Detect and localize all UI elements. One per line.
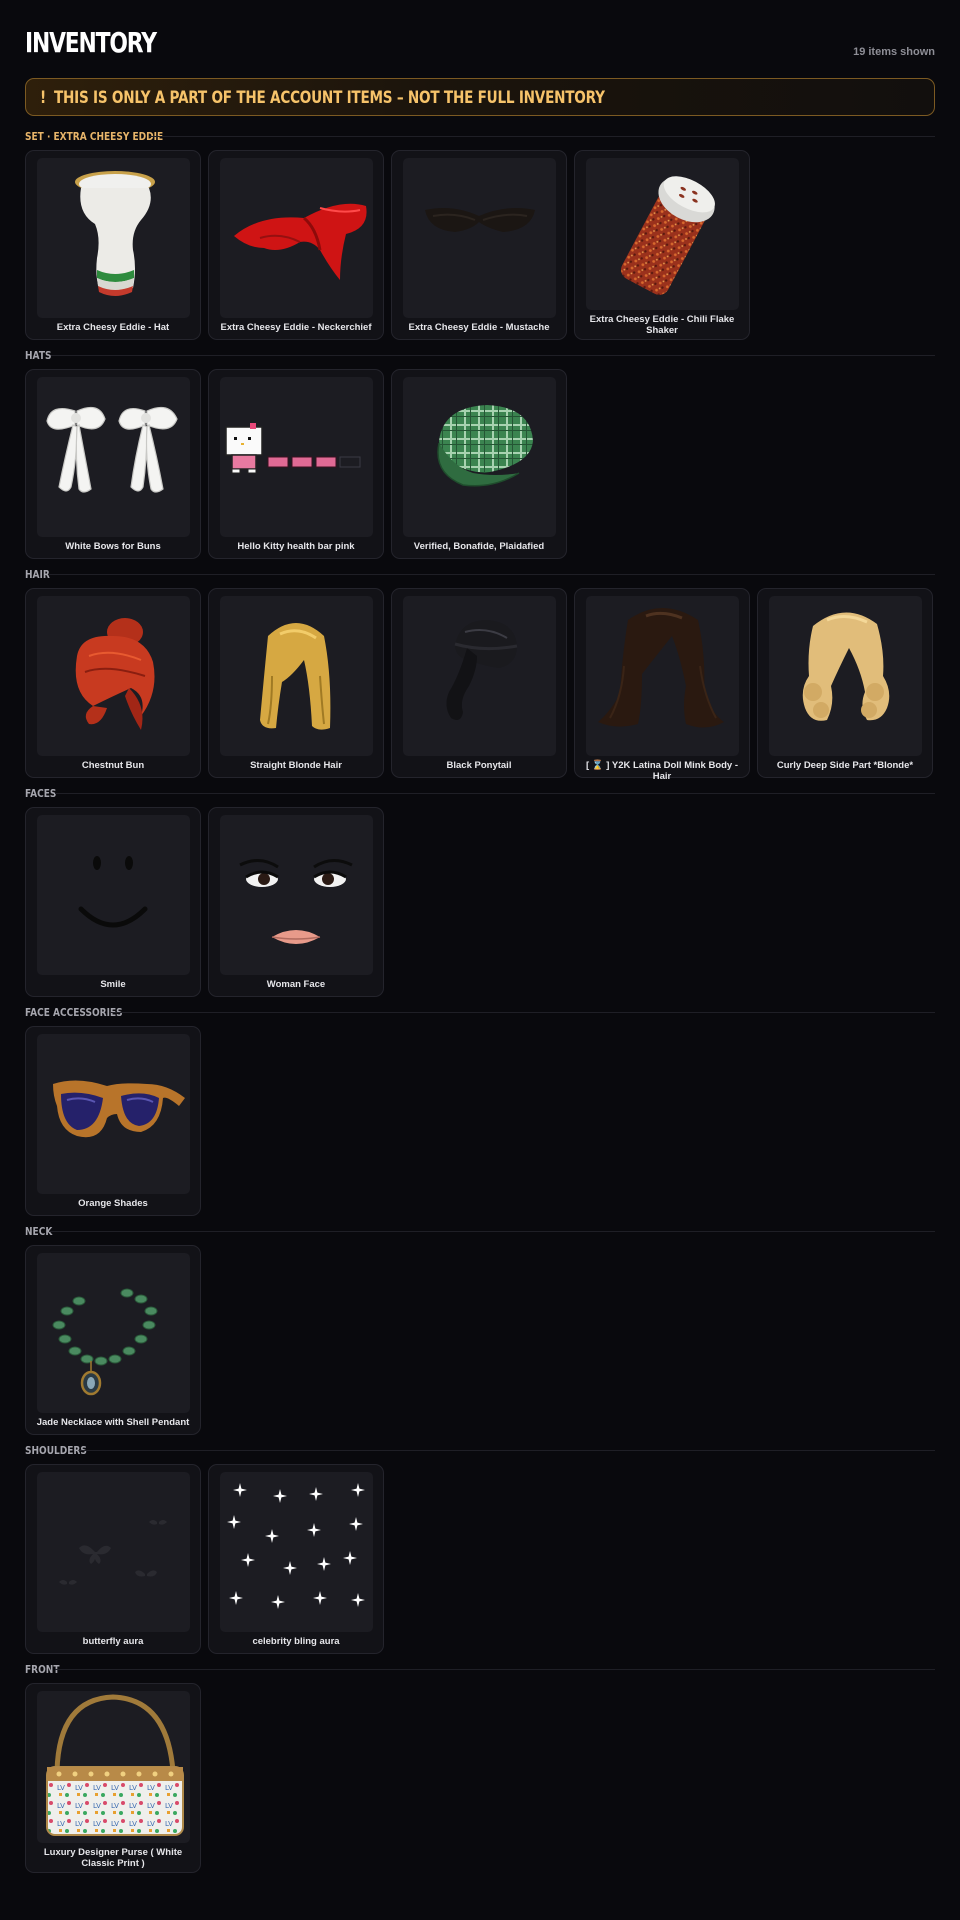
woman-face-icon — [239, 859, 353, 944]
item-thumbnail — [403, 377, 556, 537]
item-thumbnail — [220, 815, 373, 975]
item-card[interactable]: butterfly aura — [25, 1464, 201, 1654]
item-card[interactable]: Hello Kitty health bar pink — [208, 369, 384, 559]
section-label-shoulders: SHOULDERS — [25, 1444, 87, 1457]
section-divider — [55, 793, 935, 794]
item-thumbnail — [586, 596, 739, 756]
designer-purse-icon: LV — [46, 1694, 184, 1836]
item-card[interactable]: Extra Cheesy Eddie - Mustache — [391, 150, 567, 340]
page-title: INVENTORY — [25, 26, 157, 59]
item-thumbnail: LV — [37, 1691, 190, 1843]
warning-banner: ! THIS IS ONLY A PART OF THE ACCOUNT ITEM… — [25, 78, 935, 116]
curly-blonde-hair-icon — [802, 612, 890, 721]
item-card[interactable]: Extra Cheesy Eddie - Neckerchief — [208, 150, 384, 340]
item-name: Orange Shades — [78, 1198, 148, 1209]
black-ponytail-icon — [446, 620, 518, 720]
smile-face-icon — [78, 856, 148, 928]
blonde-hair-icon — [260, 623, 331, 730]
section-label-hats: HATS — [25, 349, 52, 362]
items-count: 19 items shown — [853, 46, 935, 58]
item-thumbnail — [37, 377, 190, 537]
section-label-face-accessories: FACE ACCESSORIES — [25, 1006, 123, 1019]
section-divider — [111, 1012, 935, 1013]
item-thumbnail — [403, 596, 556, 756]
inventory-page: INVENTORY 19 items shown ! THIS IS ONLY A… — [25, 0, 935, 1920]
butterfly-aura-icon — [59, 1520, 167, 1585]
white-bows-icon — [46, 406, 178, 493]
page-header: INVENTORY 19 items shown — [25, 26, 935, 62]
item-thumbnail — [220, 377, 373, 537]
section-divider — [49, 574, 935, 575]
item-thumbnail — [586, 158, 739, 310]
item-card[interactable]: Straight Blonde Hair — [208, 588, 384, 778]
mustache-icon — [425, 208, 535, 232]
item-card[interactable]: celebrity bling aura — [208, 1464, 384, 1654]
item-thumbnail — [220, 596, 373, 756]
orange-shades-icon — [53, 1080, 185, 1138]
item-card[interactable]: Orange Shades — [25, 1026, 201, 1216]
item-card[interactable]: Chestnut Bun — [25, 588, 201, 778]
item-thumbnail — [37, 1472, 190, 1632]
chili-shaker-icon — [621, 176, 715, 295]
item-name: Curly Deep Side Part *Blonde* — [776, 760, 914, 771]
item-card[interactable]: Curly Deep Side Part *Blonde* — [757, 588, 933, 778]
warning-text: THIS IS ONLY A PART OF THE ACCOUNT ITEMS… — [53, 88, 605, 108]
item-card[interactable]: LV Luxury Designer Purse ( White Classic… — [25, 1683, 201, 1873]
chef-hat-icon — [75, 171, 155, 296]
item-card[interactable]: Smile — [25, 807, 201, 997]
item-name: Chestnut Bun — [81, 760, 145, 771]
warning-icon: ! — [40, 88, 46, 108]
section-divider — [49, 1231, 935, 1232]
item-card[interactable]: Verified, Bonafide, Plaidafied — [391, 369, 567, 559]
item-name: Luxury Designer Purse ( White Classic Pr… — [43, 1847, 183, 1869]
section-label-faces: FACES — [25, 787, 57, 800]
item-card[interactable]: Extra Cheesy Eddie - Hat — [25, 150, 201, 340]
item-thumbnail — [37, 815, 190, 975]
item-card[interactable]: Extra Cheesy Eddie - Chili Flake Shaker — [574, 150, 750, 340]
item-thumbnail — [403, 158, 556, 318]
item-name: Hello Kitty health bar pink — [237, 541, 355, 552]
item-card[interactable]: Jade Necklace with Shell Pendant — [25, 1245, 201, 1435]
section-label-hair: HAIR — [25, 568, 50, 581]
item-name: Extra Cheesy Eddie - Chili Flake Shaker — [589, 314, 735, 336]
item-name: [ ⌛ ] Y2K Latina Doll Mink Body - Hair — [585, 760, 739, 782]
item-thumbnail — [220, 158, 373, 318]
item-name: celebrity bling aura — [252, 1636, 340, 1647]
item-name: White Bows for Buns — [65, 541, 161, 552]
item-thumbnail — [37, 1253, 190, 1413]
section-divider — [51, 355, 935, 356]
red-bun-hair-icon — [75, 618, 155, 730]
item-name: Extra Cheesy Eddie - Neckerchief — [220, 322, 372, 333]
item-name: Smile — [100, 979, 126, 990]
item-card[interactable]: Woman Face — [208, 807, 384, 997]
item-thumbnail — [37, 158, 190, 318]
item-name: Extra Cheesy Eddie - Mustache — [408, 322, 550, 333]
item-name: Straight Blonde Hair — [250, 760, 342, 771]
red-neckerchief-icon — [234, 203, 367, 280]
item-thumbnail — [37, 1034, 190, 1194]
item-name: Woman Face — [266, 979, 326, 990]
item-card[interactable]: Black Ponytail — [391, 588, 567, 778]
section-divider — [149, 136, 935, 137]
item-name: butterfly aura — [82, 1636, 144, 1647]
jade-necklace-icon — [52, 1288, 158, 1396]
sparkle-aura-icon — [227, 1483, 365, 1609]
plaid-cap-icon — [437, 405, 533, 487]
section-divider — [79, 1450, 935, 1451]
item-thumbnail — [769, 596, 922, 756]
item-thumbnail — [220, 1472, 373, 1632]
item-name: Jade Necklace with Shell Pendant — [36, 1417, 190, 1428]
item-thumbnail — [37, 596, 190, 756]
brown-long-hair-icon — [598, 608, 724, 728]
item-card[interactable]: [ ⌛ ] Y2K Latina Doll Mink Body - Hair — [574, 588, 750, 782]
item-name: Black Ponytail — [446, 760, 512, 771]
section-label-set: SET · EXTRA CHEESY EDDIE — [25, 130, 164, 143]
hello-kitty-healthbar-icon — [225, 423, 361, 474]
item-card[interactable]: White Bows for Buns — [25, 369, 201, 559]
item-name: Extra Cheesy Eddie - Hat — [56, 322, 170, 333]
item-name: Verified, Bonafide, Plaidafied — [413, 541, 545, 552]
section-divider — [55, 1669, 935, 1670]
